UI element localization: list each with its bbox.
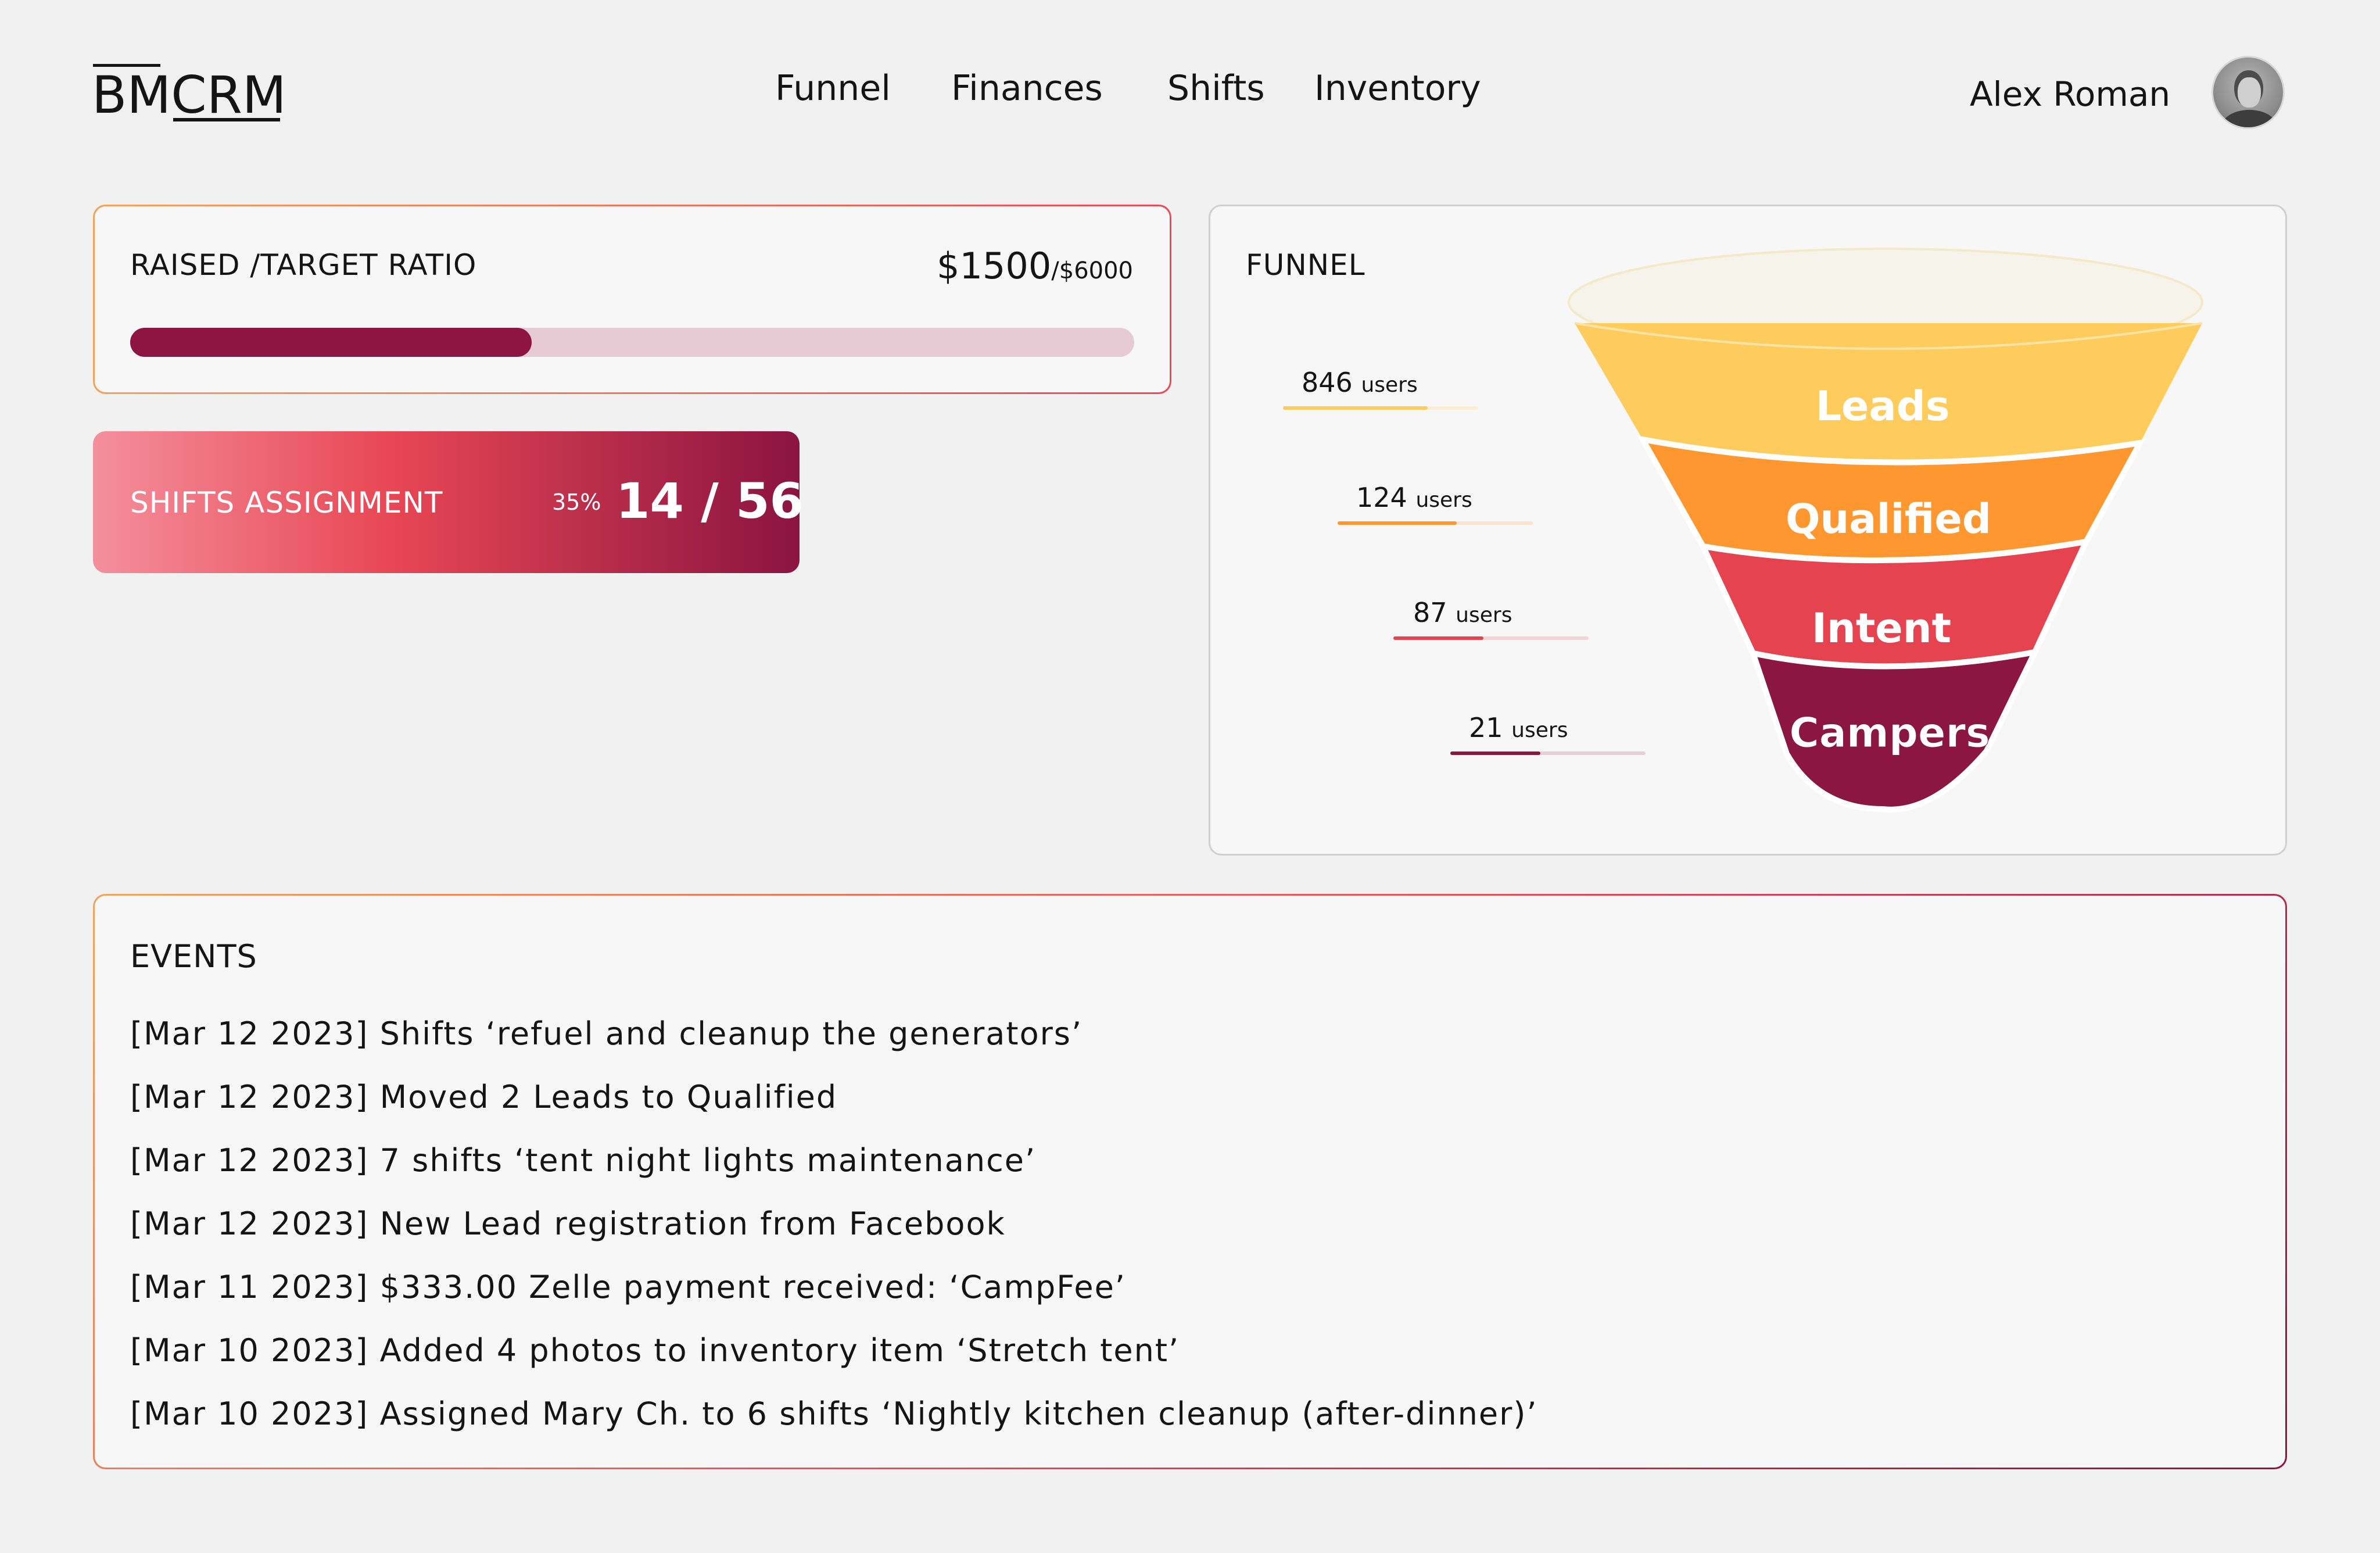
raised-target-card[interactable] [93,205,1171,394]
events-list: [Mar 12 2023] Shifts ‘refuel and cleanup… [130,1002,2222,1445]
shifts-assignment-title: SHIFTS ASSIGNMENT [130,486,443,520]
funnel-users-qualified: 124 users [1356,482,1472,513]
funnel-bar-fill [1393,636,1483,640]
event-item[interactable]: [Mar 12 2023] Moved 2 Leads to Qualified [130,1065,2222,1129]
funnel-chart: Leads Qualified Intent Campers [1283,248,2203,813]
avatar-body [2221,110,2277,127]
funnel-label-leads: Leads [1815,382,1949,430]
event-item[interactable]: [Mar 12 2023] Shifts ‘refuel and cleanup… [130,1002,2222,1065]
nav-funnel[interactable]: Funnel [775,65,891,112]
funnel-users-campers: 21 users [1469,712,1568,743]
logo-text: BMCRM [92,65,284,122]
funnel-label-campers: Campers [1789,709,1990,757]
user-name[interactable]: Alex Roman [1970,71,2170,117]
raised-value: $1500 [937,245,1052,287]
nav-shifts[interactable]: Shifts [1167,65,1265,112]
funnel-bar-fill [1338,521,1457,525]
shifts-percent: 35% [552,489,601,515]
avatar[interactable] [2211,56,2285,129]
event-item[interactable]: [Mar 12 2023] 7 shifts ‘tent night light… [130,1129,2222,1192]
funnel-bar-fill [1283,406,1428,410]
events-title: EVENTS [130,938,257,975]
raised-amount: $1500/$6000 [813,243,1133,294]
funnel-users-leads: 846 users [1302,367,1418,398]
event-item[interactable]: [Mar 12 2023] New Lead registration from… [130,1192,2222,1255]
funnel-user-bars [1283,406,1646,755]
raised-progress-bar [130,328,1134,357]
funnel-label-qualified: Qualified [1786,495,1991,543]
brand-logo[interactable]: BMCRM [92,64,284,122]
funnel-users-intent: 87 users [1413,597,1512,628]
avatar-face [2238,77,2261,108]
raised-progress-fill [130,328,532,357]
nav-inventory[interactable]: Inventory [1314,65,1481,112]
nav-finances[interactable]: Finances [951,65,1103,112]
funnel-label-intent: Intent [1812,604,1951,652]
shifts-count: 14 / 56 [616,473,804,529]
event-item[interactable]: [Mar 11 2023] $333.00 Zelle payment rece… [130,1255,2222,1319]
funnel-bar-fill [1450,752,1540,755]
event-item[interactable]: [Mar 10 2023] Added 4 photos to inventor… [130,1319,2222,1382]
event-item[interactable]: [Mar 10 2023] Assigned Mary Ch. to 6 shi… [130,1382,2222,1445]
raised-target-title: RAISED /TARGET RATIO [130,248,477,282]
target-value: /$6000 [1051,257,1133,284]
